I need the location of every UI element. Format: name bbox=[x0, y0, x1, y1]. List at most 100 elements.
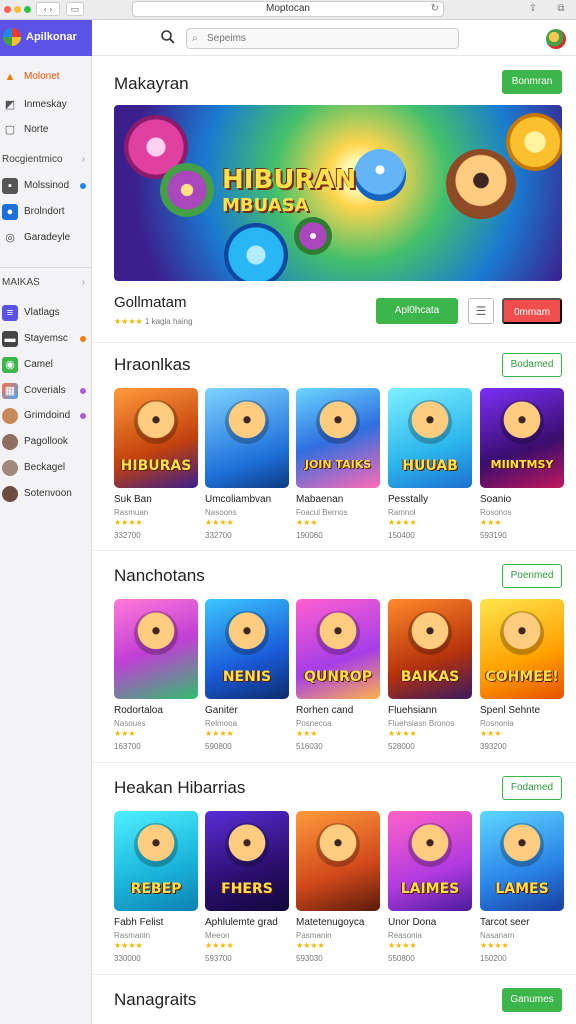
address-text: Moptocan bbox=[266, 3, 310, 14]
game-art-title: BAIKAS bbox=[400, 669, 460, 685]
sidebar-toggle-icon[interactable]: ▭ bbox=[66, 2, 84, 16]
section-more-button[interactable]: Poenmed bbox=[502, 564, 562, 588]
game-publisher: Reasonia bbox=[388, 931, 422, 940]
sidebar-item-beckagel[interactable]: Beckagel bbox=[0, 457, 92, 479]
notification-badge bbox=[80, 336, 86, 342]
notification-badge bbox=[80, 413, 86, 419]
chevron-right-icon[interactable]: › bbox=[82, 277, 85, 288]
game-art-title: NENIS bbox=[222, 669, 272, 685]
rating-stars: ★★★★ bbox=[205, 518, 234, 527]
sidebar-item-pagollook[interactable]: Pagollook bbox=[0, 431, 92, 453]
game-art-title: JOIN TAIKS bbox=[304, 458, 372, 471]
chat-icon: ◉ bbox=[2, 357, 18, 373]
character-icon bbox=[500, 611, 544, 655]
game-title: Tarcot seer bbox=[480, 917, 530, 928]
section-title: Nanagraits bbox=[114, 990, 197, 1009]
note-icon: ▢ bbox=[4, 124, 16, 136]
game-artwork: QUNROP bbox=[296, 599, 380, 699]
share-icon[interactable]: ⇪ bbox=[524, 2, 542, 16]
brand-header[interactable]: Apilkonar bbox=[0, 20, 92, 56]
game-title: Suk Ban bbox=[114, 494, 152, 505]
rating-stars: ★★★★ bbox=[205, 729, 234, 738]
character-icon bbox=[225, 611, 269, 655]
search-input[interactable] bbox=[207, 29, 455, 48]
game-title: Rodortaloa bbox=[114, 705, 163, 716]
tabs-icon[interactable]: ⧉ bbox=[552, 2, 570, 16]
sidebar-item-stayemsc[interactable]: ▬ Stayemsc bbox=[0, 328, 92, 350]
hero-header-button[interactable]: Bonmran bbox=[502, 70, 562, 94]
sidebar-item-label: Coverials bbox=[24, 385, 66, 396]
browser-toolbar: ‹ › ▭ Moptocan ↻ ⇪ ⧉ bbox=[0, 0, 576, 20]
sidebar-item-camel[interactable]: ◉ Camel bbox=[0, 354, 92, 376]
featured-title: Gollmatam bbox=[114, 294, 187, 311]
game-art-title: QUNROP bbox=[304, 669, 372, 685]
secondary-action-button[interactable]: 0mmam bbox=[502, 298, 562, 324]
character-icon bbox=[225, 823, 269, 867]
game-art-title: FHERS bbox=[221, 881, 273, 897]
game-title: Fluehsiann bbox=[388, 705, 437, 716]
close-window-icon[interactable] bbox=[4, 6, 11, 13]
back-forward-icon[interactable]: ‹ › bbox=[36, 2, 60, 16]
gem-icon bbox=[160, 163, 214, 217]
user-avatar[interactable] bbox=[546, 29, 566, 49]
download-count: 590800 bbox=[205, 742, 232, 751]
search-icon: ⌕ bbox=[192, 33, 198, 44]
character-icon bbox=[408, 400, 452, 444]
download-count: 150200 bbox=[480, 954, 507, 963]
search-icon[interactable] bbox=[160, 29, 176, 45]
rating-stars: ★★★ bbox=[296, 729, 318, 738]
section-more-button[interactable]: Ganumes bbox=[502, 988, 562, 1012]
download-count: 593190 bbox=[480, 531, 507, 540]
sidebar-item-garadeyle[interactable]: ◎ Garadeyle bbox=[0, 227, 92, 249]
rating-stars: ★★★ bbox=[480, 518, 502, 527]
notification-badge bbox=[80, 388, 86, 394]
hero-banner[interactable]: HIBURAN MBUASA bbox=[114, 105, 562, 281]
game-art-title: COHMEE! bbox=[485, 669, 559, 685]
character-icon bbox=[134, 400, 178, 444]
avatar-icon bbox=[2, 486, 18, 502]
sidebar-item-label: Molonet bbox=[24, 71, 60, 82]
game-title: Ganiter bbox=[205, 705, 238, 716]
banner-title: HIBURAN bbox=[222, 165, 357, 195]
rating-stars: ★★★★ bbox=[388, 729, 417, 738]
section-more-button[interactable]: Bodamed bbox=[502, 353, 562, 377]
game-art-title: REBEP bbox=[130, 881, 182, 897]
address-bar[interactable]: Moptocan ↻ bbox=[132, 1, 444, 17]
character-icon bbox=[316, 611, 360, 655]
rating-stars: ★★★ bbox=[480, 729, 502, 738]
menu-icon[interactable]: ☰ bbox=[468, 298, 494, 324]
sidebar-item-vlatlags[interactable]: ≡ Vlatlags bbox=[0, 302, 92, 324]
rating-stars: ★★★★ bbox=[388, 518, 417, 527]
sidebar-item-coverials[interactable]: ▦ Coverials bbox=[0, 380, 92, 402]
install-button[interactable]: Apl0hcata bbox=[376, 298, 458, 324]
coin-icon bbox=[224, 223, 288, 281]
game-publisher: Foacul Bernos bbox=[296, 508, 348, 517]
maximize-window-icon[interactable] bbox=[24, 6, 31, 13]
reload-icon[interactable]: ↻ bbox=[431, 2, 439, 16]
sidebar-item-molonet[interactable]: ▲ Molonet bbox=[0, 66, 92, 88]
sidebar-item-molssinod[interactable]: ▪ Molssinod bbox=[0, 175, 92, 197]
minimize-window-icon[interactable] bbox=[14, 6, 21, 13]
chevron-right-icon[interactable]: › bbox=[82, 154, 85, 165]
search-box[interactable]: ⌕ bbox=[186, 28, 459, 49]
sidebar-item-label: Garadeyle bbox=[24, 232, 71, 243]
game-art-title: LAMES bbox=[495, 881, 549, 897]
section-title: Nanchotans bbox=[114, 566, 205, 585]
sidebar-item-sotenvoon[interactable]: Sotenvoon bbox=[0, 483, 92, 505]
rating-stars: ★★★★ bbox=[205, 941, 234, 950]
game-art-title: MIINTMSY bbox=[490, 458, 554, 471]
game-publisher: Rosonos bbox=[480, 508, 512, 517]
section-title: Hraonlkas bbox=[114, 355, 191, 374]
sidebar-item-inmeskay[interactable]: ◩ Inmeskay bbox=[0, 94, 92, 116]
sidebar-item-brolndort[interactable]: ● Brolndort bbox=[0, 201, 92, 223]
sidebar-item-grimdoind[interactable]: Grimdoind bbox=[0, 405, 92, 427]
sidebar-section-heading: Rocgientmico bbox=[2, 154, 63, 165]
game-publisher: Meeon bbox=[205, 931, 230, 940]
gamepad-icon: ▬ bbox=[2, 331, 18, 347]
sidebar-item-norte[interactable]: ▢ Norte bbox=[0, 119, 92, 141]
sidebar-item-label: Norte bbox=[24, 124, 49, 135]
section-more-button[interactable]: Fodamed bbox=[502, 776, 562, 800]
game-artwork: JOIN TAIKS bbox=[296, 388, 380, 488]
banner-subtitle: MBUASA bbox=[222, 195, 309, 216]
download-count: 593030 bbox=[296, 954, 323, 963]
